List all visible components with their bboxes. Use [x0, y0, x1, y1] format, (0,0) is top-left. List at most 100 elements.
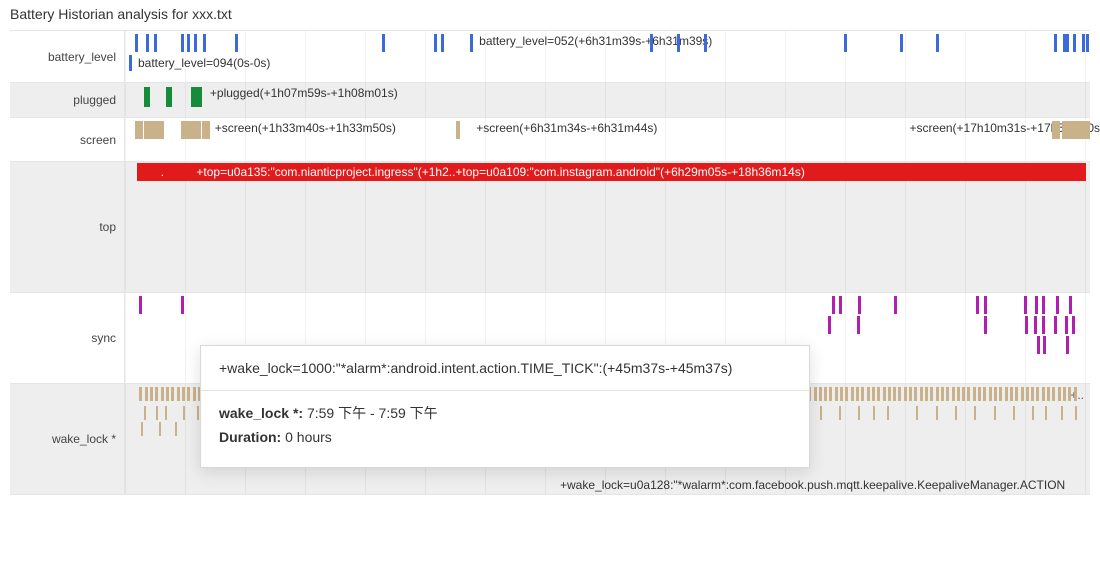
event-tick[interactable] [877, 387, 880, 401]
event-tick[interactable] [1052, 387, 1055, 401]
event-tick[interactable] [819, 387, 822, 401]
event-tick[interactable] [835, 387, 838, 401]
event-tick[interactable] [1069, 296, 1072, 314]
event-tick[interactable] [930, 387, 933, 401]
event-tick[interactable] [1065, 316, 1068, 334]
event-tick[interactable] [154, 34, 157, 52]
event-tick[interactable] [203, 34, 206, 52]
event-tick[interactable] [1032, 406, 1034, 420]
event-tick[interactable] [135, 121, 143, 139]
event-tick[interactable] [883, 387, 886, 401]
event-tick[interactable] [1068, 387, 1071, 401]
event-tick[interactable] [187, 387, 190, 401]
event-tick[interactable] [1054, 316, 1057, 334]
event-tick[interactable] [456, 121, 460, 139]
event-tick[interactable] [872, 387, 875, 401]
event-tick[interactable] [182, 387, 185, 401]
event-tick[interactable] [1066, 34, 1069, 52]
event-tick[interactable] [194, 34, 197, 52]
event-tick[interactable] [171, 387, 174, 401]
event-tick[interactable] [1082, 34, 1085, 52]
event-tick[interactable] [904, 387, 907, 401]
event-tick[interactable] [873, 406, 875, 420]
lane-battery-level[interactable]: battery_level=052(+6h31m39s-+6h31m39s) b… [125, 31, 1090, 82]
event-tick[interactable] [851, 387, 854, 401]
event-tick[interactable] [820, 406, 822, 420]
event-tick[interactable] [828, 316, 831, 334]
event-tick[interactable] [887, 406, 889, 420]
event-tick[interactable] [181, 34, 184, 52]
event-tick[interactable] [159, 422, 161, 436]
event-tick[interactable] [946, 387, 949, 401]
event-tick[interactable] [983, 387, 986, 401]
event-tick[interactable] [382, 34, 385, 52]
event-tick[interactable] [144, 87, 150, 107]
event-tick[interactable] [1010, 387, 1013, 401]
event-tick[interactable] [839, 296, 842, 314]
event-tick[interactable] [829, 387, 832, 401]
event-tick[interactable] [1074, 387, 1077, 401]
event-tick[interactable] [1074, 121, 1082, 139]
event-tick[interactable] [1042, 316, 1045, 334]
event-tick[interactable] [1072, 316, 1075, 334]
event-tick[interactable] [955, 406, 957, 420]
event-tick[interactable] [1075, 406, 1077, 420]
event-tick[interactable] [957, 387, 960, 401]
event-tick[interactable] [650, 34, 653, 52]
event-tick[interactable] [974, 406, 976, 420]
event-tick[interactable] [144, 406, 146, 420]
event-tick[interactable] [824, 387, 827, 401]
lane-top[interactable]: . +top=u0a135:"com.nianticproject.ingres… [125, 162, 1090, 292]
event-tick[interactable] [470, 34, 473, 52]
event-tick[interactable] [888, 387, 891, 401]
event-tick[interactable] [1015, 387, 1018, 401]
event-tick[interactable] [936, 387, 939, 401]
event-tick[interactable] [936, 406, 938, 420]
event-tick[interactable] [1031, 387, 1034, 401]
event-tick[interactable] [156, 121, 164, 139]
event-tick[interactable] [139, 387, 142, 401]
event-tick[interactable] [898, 387, 901, 401]
event-tick[interactable] [856, 387, 859, 401]
event-tick[interactable] [139, 296, 142, 314]
event-tick[interactable] [193, 387, 196, 401]
event-tick[interactable] [1054, 34, 1057, 52]
event-tick[interactable] [1035, 296, 1038, 314]
event-tick[interactable] [175, 422, 177, 436]
event-tick[interactable] [840, 387, 843, 401]
event-tick[interactable] [925, 387, 928, 401]
event-tick[interactable] [916, 406, 918, 420]
event-tick[interactable] [976, 296, 979, 314]
event-tick[interactable] [434, 34, 437, 52]
event-tick[interactable] [166, 87, 172, 107]
event-tick[interactable] [952, 387, 955, 401]
event-tick[interactable] [166, 387, 169, 401]
event-tick[interactable] [900, 34, 903, 52]
event-tick[interactable] [984, 316, 987, 334]
event-tick[interactable] [1056, 296, 1059, 314]
event-tick[interactable] [839, 406, 841, 420]
event-tick[interactable] [156, 406, 158, 420]
event-tick[interactable] [941, 387, 944, 401]
event-tick[interactable] [183, 406, 185, 420]
lane-plugged[interactable]: +plugged(+1h07m59s-+1h08m01s) [125, 83, 1090, 117]
event-tick[interactable] [1005, 387, 1008, 401]
event-tick[interactable] [1042, 387, 1045, 401]
event-tick[interactable] [677, 34, 680, 52]
event-tick[interactable] [999, 387, 1002, 401]
event-tick[interactable] [1013, 406, 1015, 420]
event-tick[interactable] [1086, 34, 1089, 52]
event-tick[interactable] [1052, 121, 1060, 139]
event-tick[interactable] [1061, 406, 1063, 420]
event-tick[interactable] [145, 387, 148, 401]
event-tick[interactable] [962, 387, 965, 401]
event-tick[interactable] [441, 34, 444, 52]
event-tick[interactable] [858, 406, 860, 420]
event-tick[interactable] [832, 296, 835, 314]
event-tick[interactable] [867, 387, 870, 401]
event-tick[interactable] [177, 387, 180, 401]
event-tick[interactable] [936, 34, 939, 52]
event-tick[interactable] [1073, 34, 1076, 52]
event-tick[interactable] [1066, 336, 1069, 354]
event-tick[interactable] [1036, 387, 1039, 401]
